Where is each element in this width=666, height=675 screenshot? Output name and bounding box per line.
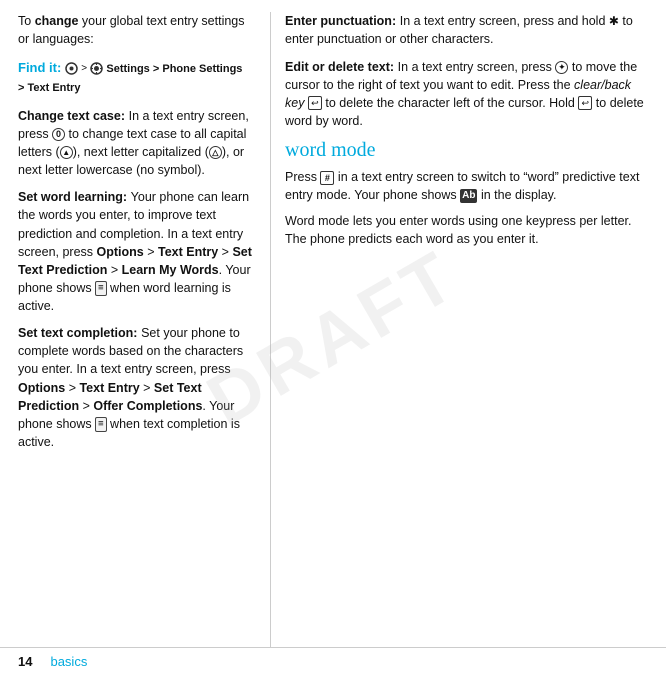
right-column: Enter punctuation: In a text entry scree… (271, 12, 666, 647)
options-label-1: Options (97, 245, 144, 259)
section-body-text-completion: Set your phone to complete words based o… (18, 326, 243, 449)
footer: 14 basics (0, 647, 666, 675)
clear-back-hold-icon: ↩ (578, 96, 592, 110)
text-entry-label-1: Text Entry (158, 245, 218, 259)
content-area: To change your global text entry setting… (0, 0, 666, 647)
section-title-punctuation: Enter punctuation: (285, 14, 396, 28)
footer-section-label: basics (50, 654, 87, 669)
section-change-text-case: Change text case: In a text entry screen… (18, 107, 256, 180)
intro-text: To change your global text entry setting… (18, 12, 256, 48)
find-it-line: Find it: > (18, 58, 256, 97)
change-bold: change (35, 14, 79, 28)
text-entry-label-2: Text Entry (79, 381, 139, 395)
star-key-icon: ✱ (609, 13, 619, 30)
offer-completions-label: Offer Completions (93, 399, 202, 413)
learn-my-words-label: Learn My Words (122, 263, 219, 277)
section-text-completion: Set text completion: Set your phone to c… (18, 324, 256, 451)
footer-page-number: 14 (18, 654, 32, 669)
word-learning-indicator: ≡ (95, 281, 106, 296)
text-completion-indicator: ≡ (95, 417, 106, 432)
find-it-nav-icon (65, 61, 81, 75)
find-it-path: Settings > Phone Settings (106, 63, 242, 75)
find-it-arrow1: > (81, 63, 90, 74)
ab-display-icon: Ab (460, 189, 477, 204)
section-enter-punctuation: Enter punctuation: In a text entry scree… (285, 12, 648, 49)
word-mode-heading: word mode (285, 139, 648, 162)
find-it-settings-icon (90, 61, 106, 75)
word-mode-para1: Press # in a text entry screen to switch… (285, 168, 648, 204)
section-title-text-completion: Set text completion: (18, 326, 137, 340)
nav-cursor-icon: ✦ (555, 61, 568, 74)
section-word-learning: Set word learning: Your phone can learn … (18, 188, 256, 315)
section-title-word-learning: Set word learning: (18, 190, 127, 204)
left-column: To change your global text entry setting… (0, 12, 270, 647)
clear-back-key-icon: ↩ (308, 96, 322, 110)
find-it-label: Find it: (18, 60, 61, 75)
caps-one-icon: △ (209, 146, 222, 159)
text-case-icon: 0 (52, 128, 65, 141)
section-edit-delete: Edit or delete text: In a text entry scr… (285, 58, 648, 131)
find-it-path-rest: > Text Entry (18, 82, 80, 94)
caps-all-icon: ▲ (60, 146, 73, 159)
section-body-word-learning: Your phone can learn the words you enter… (18, 190, 252, 313)
section-title-edit-delete: Edit or delete text: (285, 60, 394, 74)
word-mode-para2: Word mode lets you enter words using one… (285, 212, 648, 248)
options-label-2: Options (18, 381, 65, 395)
page-container: DRAFT To change your global text entry s… (0, 0, 666, 675)
pound-key-icon: # (320, 171, 334, 185)
section-title-change-text-case: Change text case: (18, 109, 125, 123)
